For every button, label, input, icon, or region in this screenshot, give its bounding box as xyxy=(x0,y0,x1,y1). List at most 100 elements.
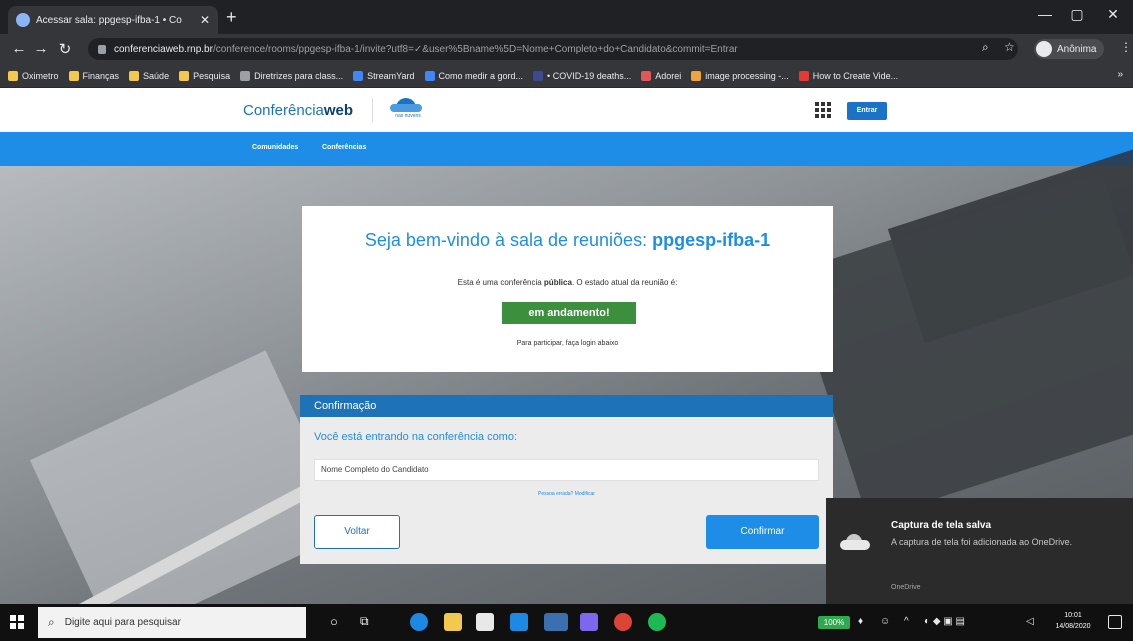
search-icon: ⌕ xyxy=(48,615,55,629)
room-name: ppgesp-ifba-1 xyxy=(652,230,771,250)
conference-visibility-text: Esta é uma conferência pública. O estado… xyxy=(302,278,833,287)
spotify-icon[interactable] xyxy=(648,613,666,631)
logo-prefix: Conferência xyxy=(243,102,324,119)
taskbar-search-placeholder: Digite aqui para pesquisar xyxy=(64,617,181,628)
bookmark-label: Oximetro xyxy=(22,70,59,81)
status-badge: em andamento! xyxy=(502,302,636,324)
notification-center-icon[interactable] xyxy=(1108,615,1122,629)
bookmark-item[interactable]: image processing -... xyxy=(691,70,789,81)
toast-title: Captura de tela salva xyxy=(891,520,992,531)
welcome-title: Seja bem-vindo à sala de reuniões: ppges… xyxy=(302,230,833,251)
people-icon[interactable]: ☺ xyxy=(880,616,890,627)
new-tab-button[interactable]: + xyxy=(226,7,237,28)
tray-expand-icon[interactable]: ^ xyxy=(904,616,909,627)
bookmark-label: How to Create Vide... xyxy=(812,70,899,81)
cortana-icon[interactable]: ○ xyxy=(330,614,338,629)
slack-icon[interactable] xyxy=(580,613,598,631)
site-favicon-icon xyxy=(16,13,30,27)
bookmarks-overflow-icon[interactable]: » xyxy=(1117,69,1123,80)
bookmark-icon xyxy=(240,70,251,81)
maximize-icon[interactable]: ▢ xyxy=(1062,6,1092,23)
bookmark-item[interactable]: Adorei xyxy=(641,70,682,81)
site-header: Conferênciaweb nas nuvens Entrar xyxy=(0,88,1133,132)
bookmark-item[interactable]: Pesquisa xyxy=(179,70,231,81)
toast-source: OneDrive xyxy=(891,584,921,591)
edge-icon[interactable] xyxy=(410,613,428,631)
file-explorer-icon[interactable] xyxy=(444,613,462,631)
taskbar-search-box[interactable]: ⌕ Digite aqui para pesquisar xyxy=(38,607,306,638)
incognito-icon xyxy=(1036,41,1052,57)
bookmark-label: Finanças xyxy=(82,70,120,81)
bookmark-icon xyxy=(798,70,809,81)
bookmarks-bar: Oximetro Finanças Saúde Pesquisa Diretrizes … xyxy=(0,64,1133,88)
nav-comunidades[interactable]: Comunidades xyxy=(252,144,298,151)
change-person-link[interactable]: Pessoa errada? Modificar xyxy=(300,491,833,497)
apps-grid-icon[interactable] xyxy=(815,102,831,118)
browser-toolbar: ← → ↻ conferenciaweb.rnp.br /conference/… xyxy=(0,34,1133,64)
battery-percentage[interactable]: 100% xyxy=(818,616,850,629)
bookmark-label: image processing -... xyxy=(705,70,789,81)
clock-date: 14/08/2020 xyxy=(1055,623,1091,630)
logo-bold: web xyxy=(323,102,354,119)
bookmark-item[interactable]: How to Create Vide... xyxy=(798,70,899,81)
bookmark-icon xyxy=(68,70,79,81)
nav-conferencias[interactable]: Conferências xyxy=(322,144,366,151)
zoom-icon[interactable]: ⌕ xyxy=(982,40,989,55)
windows-taskbar: ⌕ Digite aqui para pesquisar ○ ⧉ 100% ♦ … xyxy=(0,604,1133,641)
back-arrow-icon[interactable]: ← xyxy=(10,40,28,57)
bookmark-item[interactable]: • COVID-19 deaths... xyxy=(533,70,632,81)
lock-icon xyxy=(98,44,106,54)
bookmark-item[interactable]: Oximetro xyxy=(8,70,59,81)
participant-name-field[interactable]: Nome Completo do Candidato xyxy=(314,459,819,481)
incognito-profile-button[interactable]: Anônima xyxy=(1034,39,1105,59)
bookmark-label: • COVID-19 deaths... xyxy=(547,70,632,81)
url-path: /conference/rooms/ppgesp-ifba-1/invite?u… xyxy=(212,43,738,55)
task-view-icon[interactable]: ⧉ xyxy=(360,614,369,629)
bookmark-icon xyxy=(353,70,364,81)
entering-as-label: Você está entrando na conferência como: xyxy=(314,431,518,443)
store-icon[interactable] xyxy=(476,613,494,631)
bookmark-icon xyxy=(533,70,544,81)
browser-tab[interactable]: Acessar sala: ppgesp-ifba-1 • Co ✕ xyxy=(8,6,218,34)
app-icon[interactable] xyxy=(544,613,568,631)
bookmark-icon xyxy=(129,70,140,81)
system-tray-icons[interactable]: ◐ ◆ ▣ ▤ xyxy=(924,616,965,627)
forward-arrow-icon[interactable]: → xyxy=(32,40,50,57)
bookmark-item[interactable]: StreamYard xyxy=(353,70,415,81)
browser-title-bar: Acessar sala: ppgesp-ifba-1 • Co ✕ + — ▢… xyxy=(0,0,1133,34)
app-l-icon[interactable] xyxy=(510,613,528,631)
bookmark-item[interactable]: Saúde xyxy=(129,70,169,81)
conferenciaweb-logo[interactable]: Conferênciaweb xyxy=(243,102,353,119)
bookmark-item[interactable]: Finanças xyxy=(68,70,120,81)
browser-menu-icon[interactable]: ⋮ xyxy=(1120,40,1132,54)
bookmark-icon xyxy=(691,70,702,81)
clock-time: 10:01 xyxy=(1064,612,1082,619)
windows-start-icon[interactable] xyxy=(10,615,24,629)
bookmark-label: Pesquisa xyxy=(193,70,231,81)
bookmark-label: Adorei xyxy=(655,70,682,81)
confirm-button[interactable]: Confirmar xyxy=(706,515,819,549)
minimize-icon[interactable]: — xyxy=(1030,6,1060,22)
url-host: conferenciaweb.rnp.br xyxy=(114,43,213,55)
back-button[interactable]: Voltar xyxy=(314,515,400,549)
bookmark-label: StreamYard xyxy=(367,70,415,81)
tray-icon[interactable]: ♦ xyxy=(858,616,863,627)
toast-message: A captura de tela foi adicionada ao OneD… xyxy=(891,537,1073,547)
screenshot-saved-toast[interactable]: Captura de tela salva A captura de tela … xyxy=(826,498,1133,604)
bookmark-icon xyxy=(179,70,190,81)
volume-icon[interactable]: ◁ xyxy=(1026,616,1034,627)
reload-icon[interactable]: ↻ xyxy=(56,40,74,58)
address-bar[interactable]: conferenciaweb.rnp.br /conference/rooms/… xyxy=(88,38,1018,60)
bookmark-item[interactable]: Como medir a gord... xyxy=(424,70,523,81)
onedrive-cloud-icon xyxy=(840,534,870,552)
bookmark-icon xyxy=(641,70,652,81)
close-tab-icon[interactable]: ✕ xyxy=(200,13,210,27)
login-button[interactable]: Entrar xyxy=(847,102,887,120)
taskbar-clock[interactable]: 10:01 14/08/2020 xyxy=(1048,610,1098,632)
bookmark-item[interactable]: Diretrizes para class... xyxy=(240,70,343,81)
star-bookmark-icon[interactable]: ☆ xyxy=(1004,40,1015,54)
cloud-logo-text: nas nuvens xyxy=(395,113,421,119)
cloud-logo-icon: nas nuvens xyxy=(386,96,430,122)
close-window-icon[interactable]: ✕ xyxy=(1098,6,1128,23)
chrome-icon[interactable] xyxy=(614,613,632,631)
